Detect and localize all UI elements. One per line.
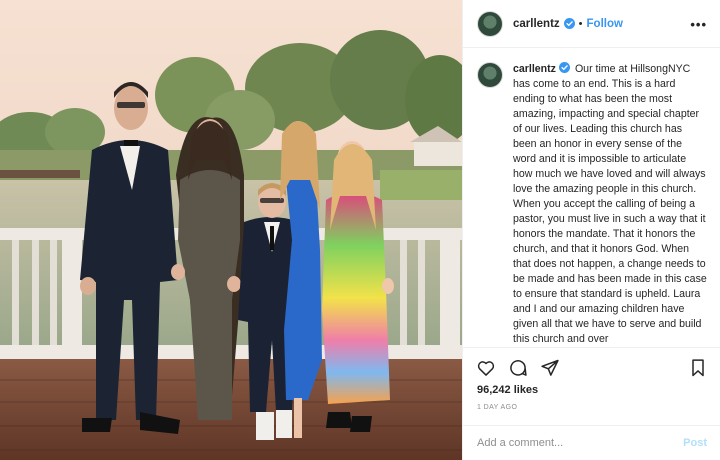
username-link[interactable]: carllentz	[513, 18, 560, 30]
bookmark-icon[interactable]	[687, 357, 709, 379]
family-photo-illustration	[0, 0, 462, 460]
post-header: carllentz • Follow •••	[463, 0, 720, 48]
more-options-icon[interactable]: •••	[690, 17, 707, 32]
post-side-panel: carllentz • Follow ••• carllentz Our tim…	[462, 0, 720, 460]
caption-area: carllentz Our time at HillsongNYC has co…	[463, 62, 720, 344]
post-timestamp[interactable]: 1 DAY AGO	[477, 404, 517, 411]
avatar[interactable]	[477, 10, 503, 37]
comment-bubble-icon[interactable]	[507, 357, 529, 379]
comment-bar: Post	[463, 425, 720, 460]
follow-button[interactable]: Follow	[587, 18, 623, 30]
post-photo[interactable]	[0, 0, 462, 460]
verified-badge-icon	[558, 62, 570, 73]
caption-avatar[interactable]	[477, 62, 503, 88]
post-comment-button[interactable]: Post	[683, 437, 707, 449]
likes-count[interactable]: 96,242 likes	[477, 384, 538, 396]
action-bar	[463, 347, 720, 387]
instagram-post: carllentz • Follow ••• carllentz Our tim…	[0, 0, 720, 460]
comment-input[interactable]	[477, 437, 684, 449]
caption: carllentz Our time at HillsongNYC has co…	[513, 62, 707, 344]
caption-text: Our time at HillsongNYC has come to an e…	[513, 63, 707, 344]
heart-icon[interactable]	[475, 357, 497, 379]
verified-badge-icon	[563, 18, 575, 29]
caption-username-link[interactable]: carllentz	[513, 63, 556, 75]
separator-dot: •	[578, 17, 583, 30]
paper-plane-icon[interactable]	[539, 357, 561, 379]
